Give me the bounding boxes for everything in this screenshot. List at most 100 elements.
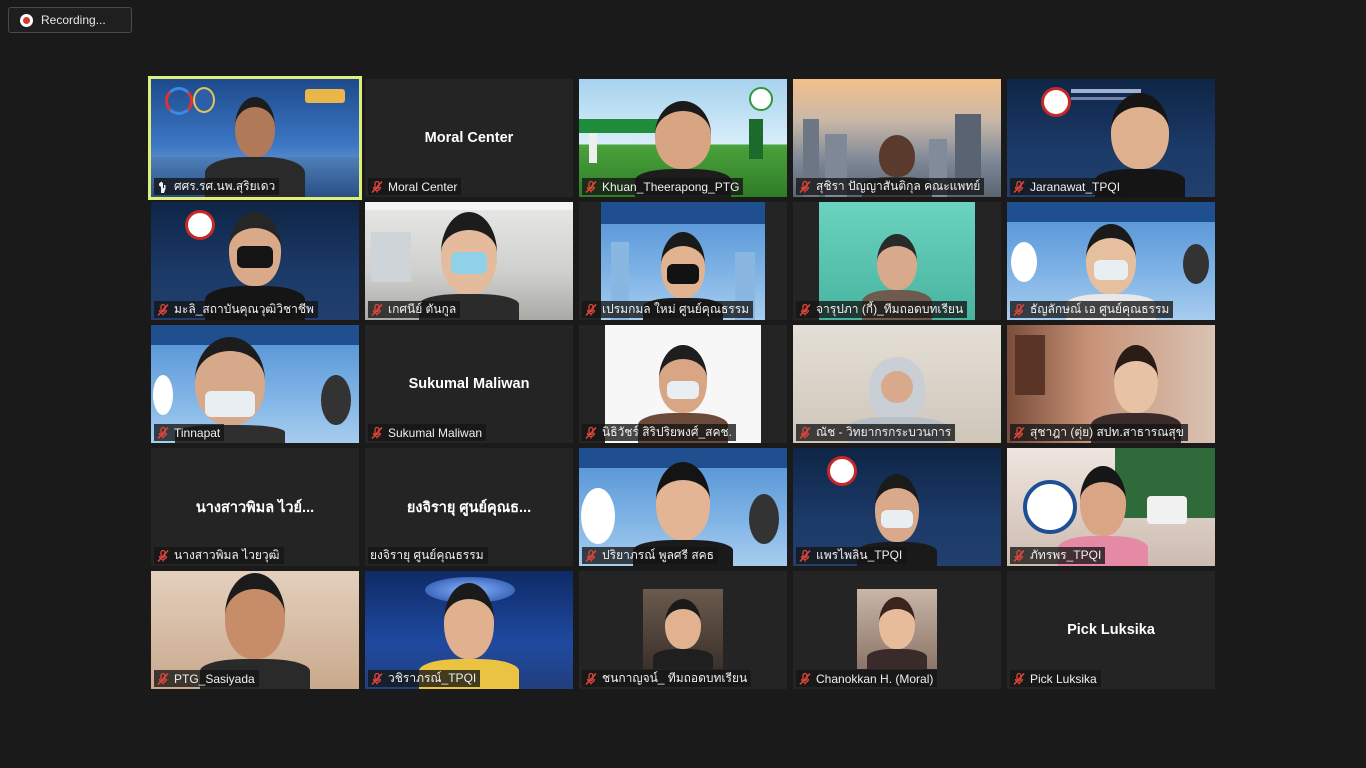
participant-name: ปริยาภรณ์ พูลศรี สคธ: [602, 548, 714, 562]
participant-name: สุชาฎา (ตุ่ย) สปท.สาธารณสุข: [1030, 425, 1184, 439]
participant-name-label: สุชิรา ปัญญาสันติกุล คณะแพทย์: [796, 178, 985, 195]
participant-tile[interactable]: ชนกาญจน์_ ทีมถอดบทเรียน: [579, 571, 787, 689]
mic-muted-icon: [799, 303, 811, 316]
participant-tile[interactable]: ศศร.รศ.นพ.สุริยเดว: [148, 76, 362, 200]
participant-name: ภัทรพร_TPQI: [1030, 548, 1102, 562]
participant-name: ยงจิรายุ ศูนย์คุณธรรม: [370, 548, 484, 562]
participant-tile[interactable]: แพรไพลิน_TPQI: [793, 448, 1001, 566]
mic-muted-icon: [1013, 303, 1025, 316]
participant-tile[interactable]: เกศนีย์ ตันกูล: [365, 202, 573, 320]
participant-tile[interactable]: Tinnapat: [151, 325, 359, 443]
participant-tile[interactable]: นิธิวัชร์ สิริปริยพงศ์_สคช.: [579, 325, 787, 443]
participant-name-label: ภัทรพร_TPQI: [1010, 547, 1106, 564]
participant-tile[interactable]: ปริยาภรณ์ พูลศรี สคธ: [579, 448, 787, 566]
participant-tile[interactable]: Chanokkan H. (Moral): [793, 571, 1001, 689]
participant-name: สุชิรา ปัญญาสันติกุล คณะแพทย์: [816, 179, 981, 193]
participant-name-label: PTG_Sasiyada: [154, 670, 259, 687]
participant-name: Moral Center: [388, 179, 458, 194]
participant-name-label: สุชาฎา (ตุ่ย) สปท.สาธารณสุข: [1010, 424, 1188, 441]
participant-tile[interactable]: Sukumal Maliwan Sukumal Maliwan: [365, 325, 573, 443]
mic-muted-icon: [157, 672, 169, 685]
raised-hand-icon: [159, 181, 166, 193]
participant-name-label: จารุปภา (กี้)_ทีมถอดบทเรียน: [796, 301, 968, 318]
mic-muted-icon: [1013, 426, 1025, 439]
participant-tile[interactable]: PTG_Sasiyada: [151, 571, 359, 689]
participant-name: Pick Luksika: [1030, 671, 1097, 686]
participant-name: มะลิ_สถาบันคุณวุฒิวิชาชีพ: [174, 302, 314, 316]
participant-name-label: ศศร.รศ.นพ.สุริยเดว: [154, 178, 280, 195]
participant-name: Tinnapat: [174, 425, 221, 440]
participant-name-label: ปริยาภรณ์ พูลศรี สคธ: [582, 547, 718, 564]
video-grid: ศศร.รศ.นพ.สุริยเดว Moral Center Moral Ce…: [0, 0, 1366, 768]
participant-name-label: เปรมกมล ใหม่ ศูนย์คุณธรรม: [582, 301, 754, 318]
participant-name: เปรมกมล ใหม่ ศูนย์คุณธรรม: [602, 302, 750, 316]
mic-muted-icon: [371, 180, 383, 193]
participant-name: จารุปภา (กี้)_ทีมถอดบทเรียน: [816, 302, 964, 316]
participant-name-label: แพรไพลิน_TPQI: [796, 547, 907, 564]
participant-tile[interactable]: เปรมกมล ใหม่ ศูนย์คุณธรรม: [579, 202, 787, 320]
participant-name: Khuan_Theerapong_PTG: [602, 179, 740, 194]
participant-name-label: Moral Center: [368, 178, 462, 195]
participant-tile[interactable]: วชิราภรณ์_TPQI: [365, 571, 573, 689]
participant-tile[interactable]: สุชิรา ปัญญาสันติกุล คณะแพทย์: [793, 79, 1001, 197]
mic-muted-icon: [371, 672, 383, 685]
participant-name: Sukumal Maliwan: [388, 425, 483, 440]
mic-muted-icon: [799, 549, 811, 562]
participant-name: วชิราภรณ์_TPQI: [388, 671, 477, 685]
mic-muted-icon: [585, 672, 597, 685]
participant-name-label: วชิราภรณ์_TPQI: [368, 670, 481, 687]
mic-muted-icon: [1013, 672, 1025, 685]
participant-name-label: Tinnapat: [154, 424, 225, 441]
participant-name: แพรไพลิน_TPQI: [816, 548, 903, 562]
participant-name: นิธิวัชร์ สิริปริยพงศ์_สคช.: [602, 425, 732, 439]
participant-name: นางสาวพิมล ไวยวุฒิ: [174, 548, 280, 562]
participant-tile[interactable]: จารุปภา (กี้)_ทีมถอดบทเรียน: [793, 202, 1001, 320]
participant-name-label: Chanokkan H. (Moral): [796, 670, 938, 687]
participant-tile[interactable]: Khuan_Theerapong_PTG: [579, 79, 787, 197]
participant-name: ศศร.รศ.นพ.สุริยเดว: [174, 179, 276, 193]
participant-name-label: นางสาวพิมล ไวยวุฒิ: [154, 547, 284, 564]
participant-name: ณัช - วิทยากรกระบวนการ: [816, 425, 952, 439]
participant-tile[interactable]: ณัช - วิทยากรกระบวนการ: [793, 325, 1001, 443]
mic-muted-icon: [157, 549, 169, 562]
participant-name-label: เกศนีย์ ตันกูล: [368, 301, 461, 318]
participant-tile[interactable]: นางสาวพิมล ไวย์... นางสาวพิมล ไวยวุฒิ: [151, 448, 359, 566]
participant-tile[interactable]: มะลิ_สถาบันคุณวุฒิวิชาชีพ: [151, 202, 359, 320]
participant-name-label: Pick Luksika: [1010, 670, 1101, 687]
participant-name: ธัญลักษณ์ เอ ศูนย์คุณธรรม: [1030, 302, 1170, 316]
participant-name-label: นิธิวัชร์ สิริปริยพงศ์_สคช.: [582, 424, 736, 441]
participant-name-label: ณัช - วิทยากรกระบวนการ: [796, 424, 956, 441]
participant-tile[interactable]: Pick Luksika Pick Luksika: [1007, 571, 1215, 689]
mic-muted-icon: [799, 672, 811, 685]
participant-name: Jaranawat_TPQI: [1030, 179, 1121, 194]
participant-tile[interactable]: สุชาฎา (ตุ่ย) สปท.สาธารณสุข: [1007, 325, 1215, 443]
mic-muted-icon: [1013, 180, 1025, 193]
mic-muted-icon: [585, 180, 597, 193]
participant-name-label: ชนกาญจน์_ ทีมถอดบทเรียน: [582, 670, 752, 687]
mic-muted-icon: [157, 426, 169, 439]
participant-name-label: Khuan_Theerapong_PTG: [582, 178, 744, 195]
participant-name-label: Jaranawat_TPQI: [1010, 178, 1125, 195]
participant-tile[interactable]: ภัทรพร_TPQI: [1007, 448, 1215, 566]
participant-tile[interactable]: Jaranawat_TPQI: [1007, 79, 1215, 197]
mic-muted-icon: [371, 303, 383, 316]
mic-muted-icon: [799, 426, 811, 439]
participant-tile[interactable]: ธัญลักษณ์ เอ ศูนย์คุณธรรม: [1007, 202, 1215, 320]
mic-muted-icon: [157, 303, 169, 316]
participant-name: PTG_Sasiyada: [174, 671, 255, 686]
mic-muted-icon: [585, 549, 597, 562]
mic-muted-icon: [371, 426, 383, 439]
mic-muted-icon: [585, 426, 597, 439]
mic-muted-icon: [585, 303, 597, 316]
participant-name-label: มะลิ_สถาบันคุณวุฒิวิชาชีพ: [154, 301, 318, 318]
participant-name: ชนกาญจน์_ ทีมถอดบทเรียน: [602, 671, 748, 685]
participant-tile[interactable]: Moral Center Moral Center: [365, 79, 573, 197]
participant-name-label: ธัญลักษณ์ เอ ศูนย์คุณธรรม: [1010, 301, 1174, 318]
participant-tile[interactable]: ยงจิรายุ ศูนย์คุณธ... ยงจิรายุ ศูนย์คุณธ…: [365, 448, 573, 566]
mic-muted-icon: [799, 180, 811, 193]
participant-name: Chanokkan H. (Moral): [816, 671, 934, 686]
mic-muted-icon: [1013, 549, 1025, 562]
participant-name-label: Sukumal Maliwan: [368, 424, 487, 441]
participant-name: เกศนีย์ ตันกูล: [388, 302, 457, 316]
participant-name-label: ยงจิรายุ ศูนย์คุณธรรม: [368, 547, 488, 564]
